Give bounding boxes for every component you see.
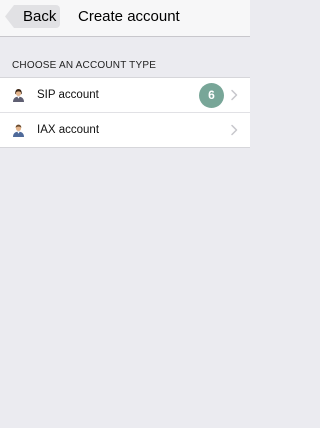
count-badge: 6 <box>199 83 224 108</box>
list-item-iax-account[interactable]: IAX account <box>0 112 250 147</box>
user-icon <box>13 124 24 137</box>
back-button[interactable]: Back <box>5 5 60 28</box>
chevron-right-icon <box>231 124 238 136</box>
user-icon <box>13 89 24 102</box>
chevron-right-icon <box>231 89 238 101</box>
account-type-list: SIP account 6 IAX account <box>0 77 250 148</box>
page-title: Create account <box>78 8 180 25</box>
list-item-label: SIP account <box>37 89 99 101</box>
list-item-label: IAX account <box>37 124 100 136</box>
list-item-sip-account[interactable]: SIP account 6 <box>0 78 250 112</box>
navigation-bar: Back Create account <box>0 0 250 37</box>
section-header: CHOOSE AN ACCOUNT TYPE <box>12 60 157 71</box>
back-button-label: Back <box>23 8 57 25</box>
